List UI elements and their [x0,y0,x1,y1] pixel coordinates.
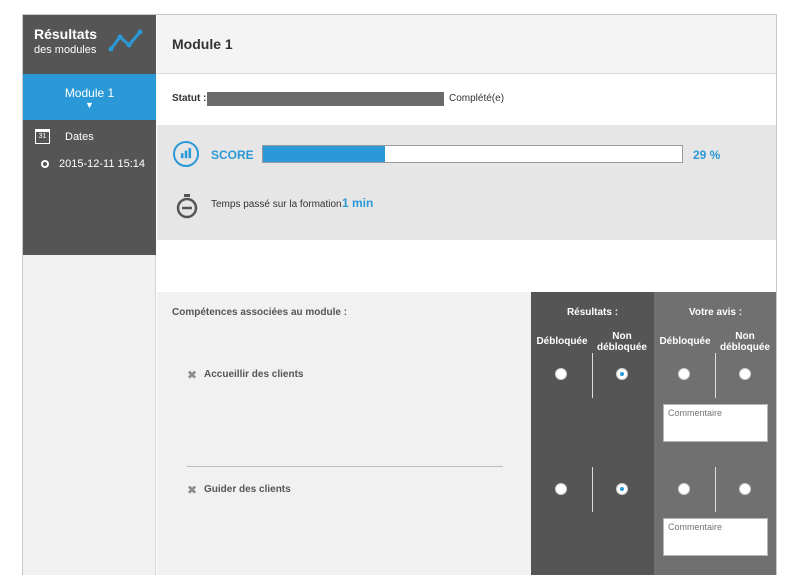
column-separator [715,353,716,398]
bar-chart-icon [173,141,199,167]
comment-field[interactable] [663,404,768,442]
avis-title: Votre avis : [688,307,743,318]
brand-header: Résultats des modules [23,15,156,74]
resultat-debloquee-radio[interactable] [555,483,567,495]
competences-section: Compétences associées au module : ✖ Accu… [157,292,776,575]
score-progress-bar [262,145,683,163]
competence-label: Accueillir des clients [204,369,304,380]
statut-row: Statut : Complété(e) [172,92,772,108]
resultats-non-debloquee-header: Non débloquée [596,331,647,353]
resultats-title: Résultats : [566,307,619,318]
competence-label: Guider des clients [204,484,291,495]
temps-label: Temps passé sur la formation : [211,199,348,210]
sidebar-item-module-1[interactable]: Module 1 ▼ [23,74,156,120]
divider [187,466,503,467]
stopwatch-icon [176,194,198,219]
temps-value: 1 min [342,196,374,210]
trend-chart-icon [108,29,143,52]
column-separator [715,467,716,512]
avis-debloquee-header: Débloquée [659,336,711,347]
date-entry-label: 2015-12-11 15:14 [59,158,146,170]
score-value: 29 % [693,148,721,162]
avis-debloquee-radio[interactable] [678,368,690,380]
main-content: Module 1 Statut : Complété(e) SCORE 29 % [157,15,776,575]
chevron-down-icon: ▼ [85,100,94,110]
avis-non-debloquee-radio[interactable] [739,368,751,380]
resultat-debloquee-radio[interactable] [555,368,567,380]
resultat-non-debloquee-radio[interactable] [616,483,628,495]
brand-title: Résultats [34,26,98,42]
score-progress-fill [263,146,385,162]
dates-panel: 31 Dates 2015-12-11 15:14 [23,120,156,255]
comment-field[interactable] [663,518,768,556]
app-frame: Résultats des modules Module 1 ▼ 31 Date… [22,14,777,575]
statut-value: Complété(e) [449,93,505,104]
resultats-debloquee-header: Débloquée [536,336,588,347]
column-separator [592,467,593,512]
module-tab-label: Module 1 [64,86,115,100]
brand-subtitle: des modules [34,44,97,56]
puzzle-icon: ✖ [187,368,198,382]
score-label: SCORE [211,148,254,162]
avis-non-debloquee-header: Non débloquée [719,331,770,353]
avis-column: Votre avis : Débloquée Non débloquée [654,292,776,575]
dates-label: Dates [65,131,94,143]
puzzle-icon: ✖ [187,483,198,497]
avis-debloquee-radio[interactable] [678,483,690,495]
competences-title: Compétences associées au module : [172,307,348,318]
statut-label: Statut : [172,93,207,104]
avis-non-debloquee-radio[interactable] [739,483,751,495]
calendar-icon: 31 [35,129,50,144]
resultat-non-debloquee-radio[interactable] [616,368,628,380]
date-radio-icon [41,160,49,168]
sidebar: Résultats des modules Module 1 ▼ 31 Date… [23,15,156,575]
column-separator [592,353,593,398]
statut-bar [207,92,444,106]
resultats-column: Résultats : Débloquée Non débloquée [531,292,654,575]
page-title: Module 1 [172,36,233,52]
score-panel: SCORE 29 % Temps passé sur la formation … [157,125,776,240]
main-header: Module 1 [157,15,776,74]
